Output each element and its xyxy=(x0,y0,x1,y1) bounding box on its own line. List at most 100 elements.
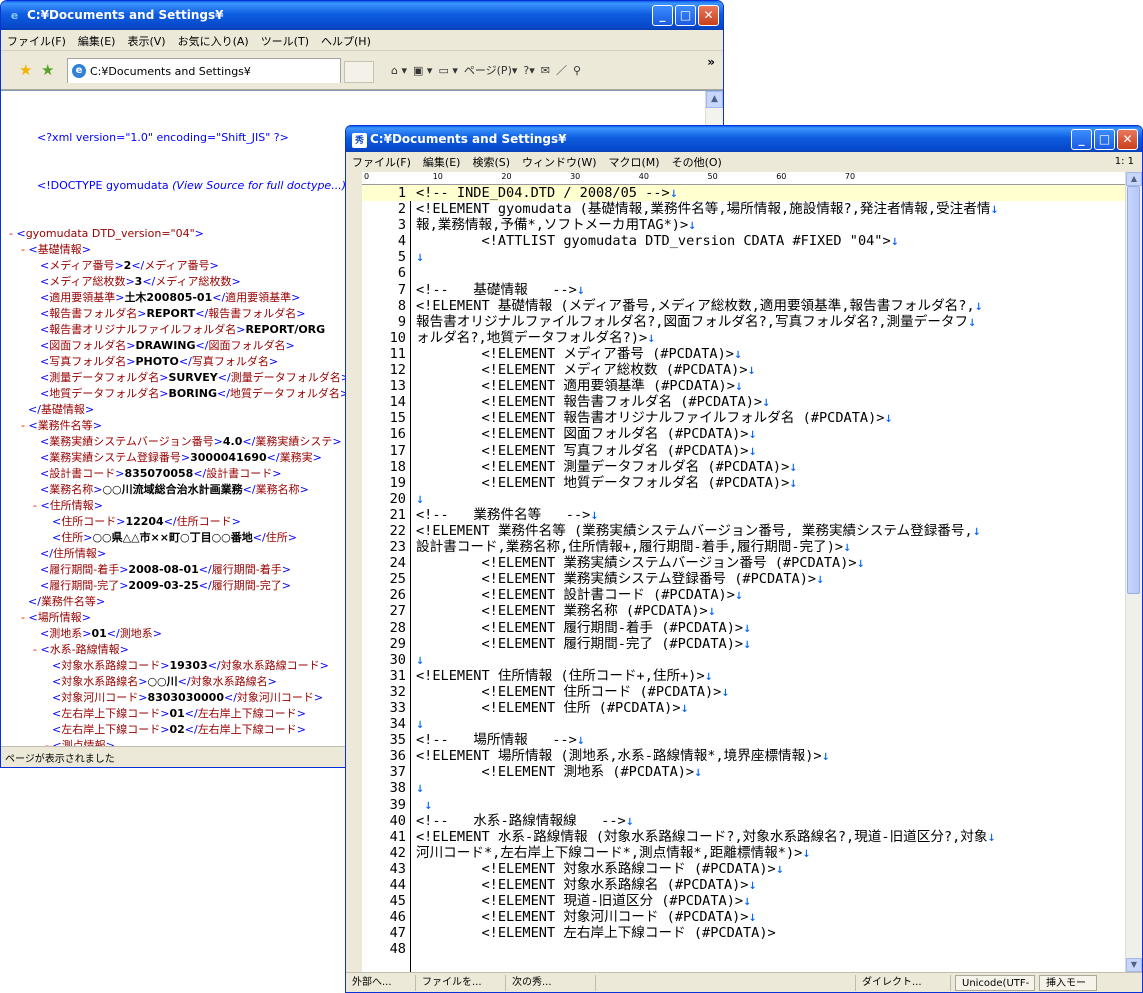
xml-toggle xyxy=(33,563,40,576)
ie-title: C:¥Documents and Settings¥ xyxy=(27,8,224,22)
editor-menu-item[interactable]: マクロ(M) xyxy=(603,154,666,170)
eol-mark-icon: ↓ xyxy=(856,555,865,572)
research-icon[interactable]: ⚲ xyxy=(573,60,581,80)
xml-bracket: < xyxy=(28,419,38,432)
line-text: <!-- 水系-路線情報線 --> xyxy=(416,812,626,829)
status-cell: Unicode(UTF-16) xyxy=(955,974,1035,991)
ie-menu-item[interactable]: お気に入り(A) xyxy=(172,33,255,49)
scroll-thumb[interactable] xyxy=(1127,186,1140,594)
xml-bracket: </ xyxy=(198,579,212,592)
editor-titlebar[interactable]: 秀 C:¥Documents and Settings¥ _ □ ✕ xyxy=(346,126,1142,152)
xml-value: 01 xyxy=(169,707,185,720)
status-cell[interactable] xyxy=(596,974,856,991)
xml-tag-name: 左右岸上下線コード xyxy=(61,707,161,720)
scroll-up-icon[interactable]: ▲ xyxy=(706,91,723,108)
editor-minimize-button[interactable]: _ xyxy=(1071,129,1092,150)
editor-menu-item[interactable]: その他(O) xyxy=(666,154,728,170)
xml-bracket: </ xyxy=(195,339,209,352)
ie-menu-item[interactable]: 編集(E) xyxy=(72,33,122,49)
xml-tag-name: 地質データフォルダ名 xyxy=(49,387,160,400)
new-tab-button[interactable] xyxy=(344,61,374,83)
favorites-star-icon[interactable]: ★ xyxy=(19,62,35,78)
xml-tag-name: 適用要領基準 xyxy=(49,291,116,304)
line-number: 46 xyxy=(389,909,406,926)
status-cell[interactable]: 次の秀... xyxy=(506,974,596,991)
line-number: 15 xyxy=(389,410,406,427)
xml-bracket: < xyxy=(40,499,50,512)
scroll-down-icon[interactable]: ▼ xyxy=(1126,958,1142,972)
add-favorites-icon[interactable]: ★ xyxy=(41,62,57,78)
ie-menu-item[interactable]: ツール(T) xyxy=(255,33,315,49)
ie-titlebar[interactable]: e C:¥Documents and Settings¥ _ □ ✕ xyxy=(1,1,723,30)
feeds-icon[interactable]: ▣ ▾ xyxy=(413,60,432,80)
editor-scrollbar[interactable]: ▲ ▼ xyxy=(1125,172,1142,972)
code-line: 19 <!ELEMENT 地質データフォルダ名 (#PCDATA)> ↓ xyxy=(362,475,1126,491)
scroll-up-icon[interactable]: ▲ xyxy=(1126,172,1142,186)
code-line: 18 <!ELEMENT 測量データフォルダ名 (#PCDATA)> ↓ xyxy=(362,459,1126,475)
mail-icon[interactable]: ✉ xyxy=(541,60,550,80)
code-line: 2 <!ELEMENT gyomudata (基礎情報,業務件名等,場所情報,施設… xyxy=(362,201,1126,217)
editor-close-button[interactable]: ✕ xyxy=(1117,129,1138,150)
editor-left-margin xyxy=(346,172,362,972)
status-cell[interactable]: ダイレクト... xyxy=(856,974,951,991)
eol-mark-icon: ↓ xyxy=(704,667,713,684)
minimize-button[interactable]: _ xyxy=(652,5,673,26)
line-text: ォルダ名?,地質データフォルダ名?)> xyxy=(416,329,648,346)
eol-mark-icon: ↓ xyxy=(748,877,757,894)
editor-menu-item[interactable]: 編集(E) xyxy=(417,154,467,170)
xml-bracket: < xyxy=(28,243,38,256)
xml-toggle xyxy=(45,675,52,688)
xml-bracket: < xyxy=(40,307,50,320)
browser-tab[interactable]: e C:¥Documents and Settings¥ xyxy=(67,58,341,83)
xml-bracket: > xyxy=(272,467,282,480)
ie-menu-item[interactable]: 表示(V) xyxy=(121,33,171,49)
editor-menu-item[interactable]: ファイル(F) xyxy=(346,154,417,170)
editor-menu-item[interactable]: ウィンドウ(W) xyxy=(516,154,602,170)
editor-maximize-button[interactable]: □ xyxy=(1094,129,1115,150)
ie-menu-item[interactable]: ヘルプ(H) xyxy=(315,33,377,49)
xml-bracket: > xyxy=(296,307,306,320)
code-line: 1 <!-- INDE_D04.DTD / 2008/05 --> ↓ xyxy=(362,185,1126,202)
xml-bracket: </ xyxy=(106,627,120,640)
close-button[interactable]: ✕ xyxy=(698,5,719,26)
pen-icon[interactable]: ／ xyxy=(556,60,567,80)
editor-text-area[interactable]: 1 <!-- INDE_D04.DTD / 2008/05 --> ↓ 2 <!ELEM… xyxy=(362,185,1126,972)
toolbar-chevron-icon[interactable]: » xyxy=(707,55,715,69)
xml-bracket: </ xyxy=(195,307,209,320)
line-text: <!ELEMENT 左右岸上下線コード (#PCDATA)> xyxy=(416,925,776,942)
xml-toggle xyxy=(45,723,52,736)
xml-tag-name: 図面フォルダ名 xyxy=(208,339,286,352)
help-icon[interactable]: ?▾ xyxy=(523,60,534,80)
ruler-tick: 10 xyxy=(432,172,443,181)
xml-toggle xyxy=(33,291,40,304)
xml-toggle xyxy=(33,339,40,352)
line-number: 22 xyxy=(389,522,406,539)
line-text: <!ELEMENT 対象河川コード (#PCDATA)> xyxy=(416,909,749,926)
code-line: 32 <!ELEMENT 住所コード (#PCDATA)> ↓ xyxy=(362,684,1126,700)
status-cell[interactable]: ファイルを... xyxy=(416,974,506,991)
eol-mark-icon: ↓ xyxy=(680,700,689,716)
code-line: 25 <!ELEMENT 業務実績システム登録番号 (#PCDATA)> ↓ xyxy=(362,571,1126,587)
ruler-tick: 30 xyxy=(570,172,581,181)
print-icon[interactable]: ▭ ▾ xyxy=(438,60,457,80)
status-cell[interactable]: 外部へ... xyxy=(346,974,416,991)
xml-toggle xyxy=(33,547,40,560)
ie-menu-item[interactable]: ファイル(F) xyxy=(1,33,72,49)
ruler-tick: 60 xyxy=(776,172,787,181)
page-menu-button[interactable]: ページ(P) ▾ xyxy=(464,60,518,80)
line-number: 41 xyxy=(389,828,406,845)
xml-bracket: </ xyxy=(184,707,198,720)
line-text: <!ELEMENT 履行期間-完了 (#PCDATA)> xyxy=(416,635,744,652)
eol-mark-icon: ↓ xyxy=(747,362,756,379)
ie-status-text: ページが表示されました xyxy=(5,753,115,765)
line-number: 42 xyxy=(389,844,406,861)
home-icon[interactable]: ⌂ ▾ xyxy=(391,60,407,80)
xml-toggle xyxy=(33,307,40,320)
xml-value: DRAWING xyxy=(135,339,196,352)
xml-bracket: < xyxy=(40,259,50,272)
xml-bracket: < xyxy=(52,531,62,544)
xml-bracket: > xyxy=(296,707,306,720)
xml-bracket: </ xyxy=(177,675,191,688)
editor-menu-item[interactable]: 検索(S) xyxy=(466,154,516,170)
maximize-button[interactable]: □ xyxy=(675,5,696,26)
